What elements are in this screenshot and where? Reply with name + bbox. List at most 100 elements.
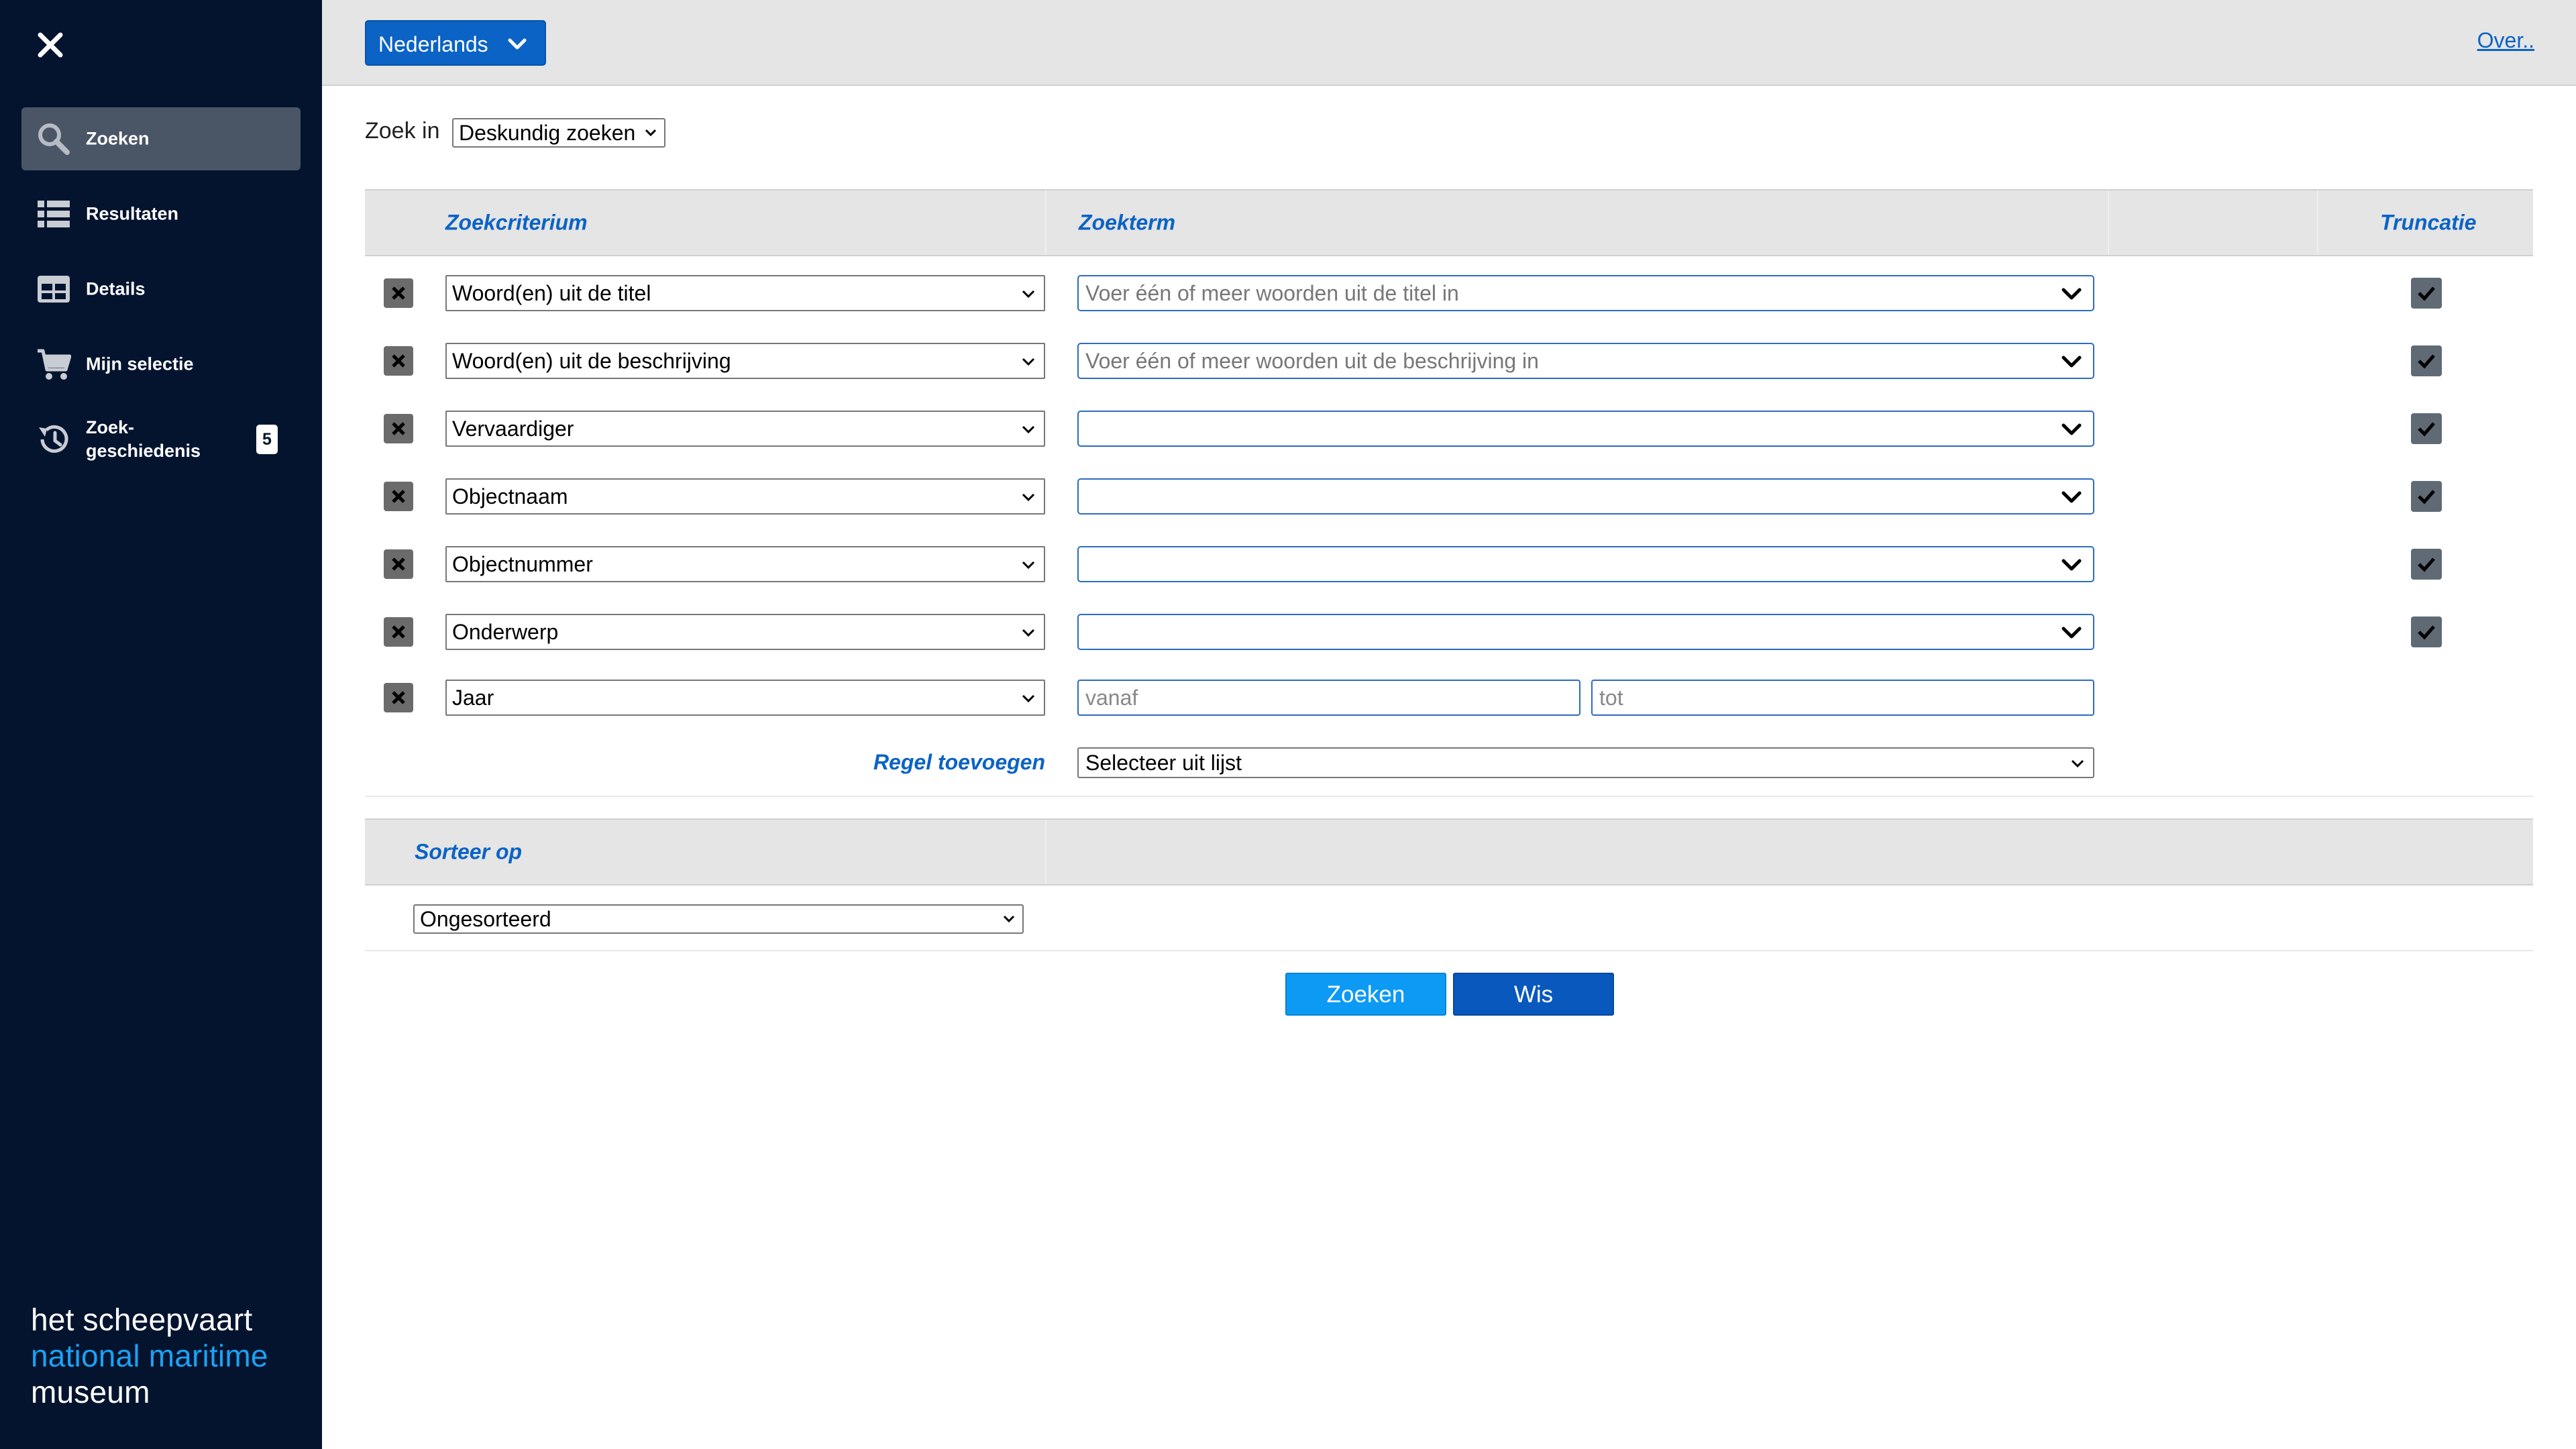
truncation-checkbox[interactable] [2411, 616, 2442, 647]
chevron-down-icon [1022, 694, 1035, 703]
chevron-down-icon [1022, 629, 1035, 637]
sidebar-item-label: Zoeken [86, 128, 150, 149]
criterion-value: Vervaardiger [452, 417, 574, 441]
chevron-down-icon [1022, 493, 1035, 502]
criterion-value: Woord(en) uit de beschrijving [452, 349, 731, 373]
cart-icon [36, 347, 72, 382]
museum-logo: het scheepvaart national maritime museum [31, 1301, 268, 1410]
search-mode-select[interactable]: Deskundig zoeken [452, 118, 665, 148]
delete-row-button[interactable] [384, 617, 413, 647]
chevron-down-icon [1003, 915, 1015, 923]
truncation-checkbox[interactable] [2411, 278, 2442, 309]
truncation-checkbox[interactable] [2411, 413, 2442, 444]
criterion-select[interactable]: Onderwerp [445, 614, 1045, 650]
logo-line-2: national maritime [31, 1338, 268, 1373]
history-count-badge: 5 [256, 425, 278, 454]
close-sidebar-button[interactable] [28, 23, 72, 67]
chevron-down-icon [2061, 356, 2082, 368]
truncation-checkbox[interactable] [2411, 549, 2442, 580]
criterion-column-header: Zoekcriterium [445, 210, 588, 235]
top-bar: Nederlands Over.. [322, 0, 2576, 86]
add-rule-link[interactable]: Regel toevoegen [873, 750, 1045, 775]
criterion-select-jaar[interactable]: Jaar [445, 680, 1045, 716]
criterion-select[interactable]: Vervaardiger [445, 411, 1045, 447]
chevron-down-icon [2071, 759, 2084, 768]
criterion-select[interactable]: Woord(en) uit de titel [445, 275, 1045, 311]
term-column-header: Zoekterm [1079, 210, 1176, 235]
delete-row-button[interactable] [384, 278, 413, 308]
search-term-input[interactable] [1077, 614, 2094, 650]
delete-row-button[interactable] [384, 549, 413, 579]
year-from-input[interactable]: vanaf [1077, 680, 1580, 716]
checkmark-icon [2418, 354, 2435, 369]
truncation-checkbox[interactable] [2411, 481, 2442, 512]
year-from-placeholder: vanaf [1085, 686, 1138, 710]
year-to-input[interactable]: tot [1591, 680, 2094, 716]
search-term-input[interactable] [1077, 478, 2094, 515]
divider [365, 796, 2533, 797]
close-icon [392, 422, 405, 435]
about-link[interactable]: Over.. [2477, 28, 2534, 53]
sidebar-item-resultaten[interactable]: Resultaten [21, 182, 301, 246]
column-divider [1045, 191, 1046, 255]
criterion-select[interactable]: Objectnaam [445, 478, 1045, 515]
checkmark-icon [2418, 557, 2435, 572]
checkmark-icon [2418, 422, 2435, 437]
chevron-down-icon [1022, 425, 1035, 434]
search-term-input[interactable]: Voer één of meer woorden uit de titel in [1077, 275, 2094, 311]
delete-row-button[interactable] [384, 482, 413, 511]
search-icon [36, 121, 71, 156]
sidebar-item-label: Resultaten [86, 203, 179, 224]
add-rule-select[interactable]: Selecteer uit lijst [1077, 747, 2094, 778]
search-term-input[interactable]: Voer één of meer woorden uit de beschrij… [1077, 343, 2094, 379]
sort-select[interactable]: Ongesorteerd [413, 904, 1024, 934]
checkmark-icon [2418, 286, 2435, 301]
language-select-button[interactable]: Nederlands [365, 20, 546, 66]
column-divider [2108, 191, 2109, 255]
sidebar-item-label: Mijn selectie [86, 354, 194, 374]
criterion-value: Jaar [452, 686, 494, 710]
clear-button[interactable]: Wis [1453, 973, 1614, 1016]
details-icon [36, 272, 71, 307]
sidebar-item-mijn-selectie[interactable]: Mijn selectie [21, 333, 301, 396]
zoek-in-label: Zoek in [365, 118, 440, 144]
column-divider [1045, 820, 1046, 884]
sort-header: Sorteer op [365, 818, 2533, 885]
chevron-down-icon [2061, 288, 2082, 300]
delete-row-button[interactable] [384, 683, 413, 712]
close-icon [392, 557, 405, 571]
checkmark-icon [2418, 490, 2435, 504]
sidebar-item-zoekgeschiedenis[interactable]: Zoek- geschiedenis 5 [21, 408, 301, 471]
chevron-down-icon [645, 129, 657, 137]
sidebar-item-details[interactable]: Details [21, 258, 301, 321]
close-icon [392, 490, 405, 503]
search-term-placeholder: Voer één of meer woorden uit de beschrij… [1085, 349, 1539, 373]
criterion-value: Objectnaam [452, 484, 568, 508]
truncation-checkbox[interactable] [2411, 345, 2442, 376]
delete-row-button[interactable] [384, 414, 413, 443]
search-mode-value: Deskundig zoeken [459, 121, 636, 145]
list-icon [36, 197, 71, 231]
criterion-select[interactable]: Woord(en) uit de beschrijving [445, 343, 1045, 379]
divider [365, 950, 2533, 951]
search-button[interactable]: Zoeken [1285, 973, 1446, 1016]
chevron-down-icon [2061, 491, 2082, 503]
language-label: Nederlands [378, 32, 488, 56]
close-icon [38, 32, 63, 58]
delete-row-button[interactable] [384, 346, 413, 376]
search-term-input[interactable] [1077, 546, 2094, 582]
search-term-input[interactable] [1077, 411, 2094, 447]
criterion-value: Woord(en) uit de titel [452, 281, 651, 305]
logo-line-3: museum [31, 1375, 150, 1409]
logo-line-1: het scheepvaart [31, 1302, 253, 1337]
history-icon [36, 422, 71, 457]
criterion-select[interactable]: Objectnummer [445, 546, 1045, 582]
sidebar-item-zoeken[interactable]: Zoeken [21, 107, 301, 170]
sidebar-item-label: Details [86, 278, 146, 299]
close-icon [392, 286, 405, 300]
chevron-down-icon [1022, 561, 1035, 570]
chevron-down-icon [2061, 423, 2082, 435]
chevron-down-icon [1022, 290, 1035, 299]
search-term-placeholder: Voer één of meer woorden uit de titel in [1085, 281, 1459, 305]
close-icon [392, 625, 405, 639]
